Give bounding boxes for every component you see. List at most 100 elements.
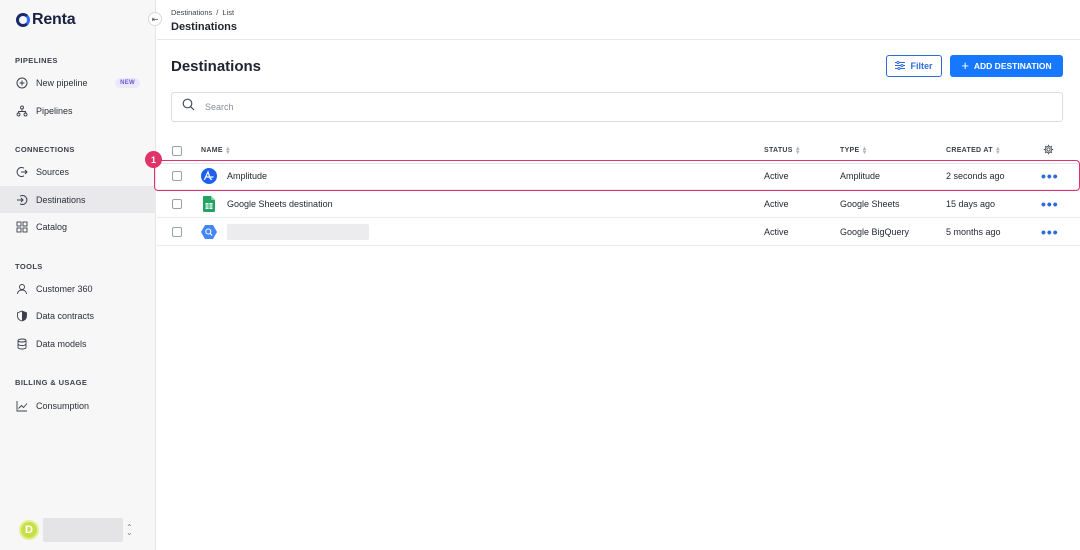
table-header: NAME ▲ ▼ STATUS ▲ ▼ TYPE ▲ ▼ CREATED AT ▲ ▼ <box>157 138 1080 164</box>
column-header-type[interactable]: TYPE ▲ ▼ <box>840 138 868 163</box>
section-title-tools: TOOLS <box>15 262 43 271</box>
sort-icon: ▲ ▼ <box>794 145 802 156</box>
row-created: 5 months ago <box>946 226 1001 237</box>
destination-icon <box>16 194 28 206</box>
grid-icon <box>16 221 28 233</box>
row-status: Active <box>764 198 789 209</box>
sidebar-item-label: Pipelines <box>36 105 73 116</box>
column-created-label: CREATED AT <box>946 147 993 154</box>
column-name-label: NAME <box>201 147 223 154</box>
row-created: 2 seconds ago <box>946 170 1005 181</box>
sidebar-item-new-pipeline[interactable]: New pipeline NEW <box>0 69 156 96</box>
brand-name: Renta <box>32 11 76 28</box>
breadcrumb-list: List <box>222 8 235 17</box>
collapse-sidebar-button[interactable]: ⇤ <box>148 12 162 26</box>
name-cell: Amplitude <box>201 162 267 189</box>
row-type: Amplitude <box>840 170 881 181</box>
column-header-created[interactable]: CREATED AT ▲ ▼ <box>946 138 1001 163</box>
row-checkbox[interactable] <box>172 170 182 181</box>
sort-icon: ▲ ▼ <box>224 145 232 156</box>
plus-circle-icon <box>16 77 28 89</box>
sidebar-item-destinations[interactable]: Destinations <box>0 186 156 213</box>
sidebar-item-label: New pipeline <box>36 77 88 88</box>
name-cell: Google Sheets destination <box>201 190 333 217</box>
sidebar-item-data-contracts[interactable]: Data contracts <box>0 302 156 329</box>
table-row[interactable]: Amplitude Active Amplitude 2 seconds ago… <box>157 162 1080 190</box>
chevron-updown-icon: ⌃ ⌄ <box>126 523 133 537</box>
section-title-connections: CONNECTIONS <box>15 145 75 154</box>
sidebar: Renta PIPELINES New pipeline NEW Pipelin… <box>0 0 156 550</box>
row-select-cell <box>172 162 182 189</box>
search-input[interactable] <box>205 102 1005 112</box>
row-select-cell <box>172 218 182 245</box>
sort-icon: ▲ ▼ <box>994 145 1002 156</box>
gear-icon[interactable] <box>1043 144 1054 157</box>
table-row[interactable]: Google Sheets destination Active Google … <box>157 190 1080 218</box>
column-header-status[interactable]: STATUS ▲ ▼ <box>764 138 801 163</box>
sort-icon: ▲ ▼ <box>861 145 868 156</box>
source-icon <box>16 166 28 178</box>
add-destination-label: ADD DESTINATION <box>973 61 1052 71</box>
page-title: Destinations <box>171 58 262 75</box>
column-type-label: TYPE <box>840 147 860 154</box>
amplitude-icon <box>201 167 217 184</box>
row-status: Active <box>764 226 789 237</box>
row-status: Active <box>764 170 789 181</box>
sidebar-item-label: Destinations <box>36 194 86 205</box>
logo-mark-icon <box>16 13 30 27</box>
user-menu[interactable]: D ⌃ ⌄ <box>19 518 133 542</box>
sidebar-item-label: Sources <box>36 166 70 177</box>
avatar: D <box>19 520 39 540</box>
sidebar-item-customer-360[interactable]: Customer 360 <box>0 275 156 302</box>
sidebar-item-consumption[interactable]: Consumption <box>0 392 156 419</box>
row-more-button[interactable]: ••• <box>1041 190 1059 217</box>
sidebar-item-data-models[interactable]: Data models <box>0 330 156 357</box>
database-icon <box>16 338 28 350</box>
row-more-button[interactable]: ••• <box>1041 162 1059 189</box>
chart-icon <box>16 400 28 412</box>
shield-icon <box>16 310 28 322</box>
breadcrumb-destinations[interactable]: Destinations <box>171 8 212 17</box>
sidebar-item-label: Data contracts <box>36 310 95 321</box>
row-name-redacted <box>227 223 369 240</box>
breadcrumb: Destinations / List <box>171 8 234 17</box>
filter-label: Filter <box>910 61 933 71</box>
sidebar-item-label: Consumption <box>36 400 90 411</box>
sidebar-item-pipelines[interactable]: Pipelines <box>0 97 156 124</box>
filter-icon <box>895 60 906 72</box>
search-bar <box>171 92 1063 122</box>
topbar-title: Destinations <box>171 21 238 33</box>
row-more-button[interactable]: ••• <box>1041 218 1059 245</box>
sidebar-item-label: Data models <box>36 338 87 349</box>
new-badge: NEW <box>115 77 140 88</box>
sidebar-item-sources[interactable]: Sources <box>0 158 156 185</box>
row-checkbox[interactable] <box>172 198 182 209</box>
table-row[interactable]: Active Google BigQuery 5 months ago ••• <box>157 218 1080 246</box>
topbar: Destinations / List Destinations <box>157 0 1080 40</box>
column-header-name[interactable]: NAME ▲ ▼ <box>201 138 231 163</box>
plus-icon: + <box>961 58 969 73</box>
sidebar-item-label: Catalog <box>36 221 68 232</box>
sidebar-item-label: Customer 360 <box>36 283 93 294</box>
row-created: 15 days ago <box>946 198 996 209</box>
bigquery-icon <box>201 224 217 240</box>
name-cell <box>201 218 369 245</box>
search-icon <box>182 98 195 116</box>
sidebar-item-catalog[interactable]: Catalog <box>0 213 156 240</box>
google-sheets-icon <box>201 195 217 212</box>
add-destination-button[interactable]: + ADD DESTINATION <box>950 55 1063 77</box>
hierarchy-icon <box>16 105 28 117</box>
row-type: Google BigQuery <box>840 226 910 237</box>
column-settings-cell <box>1043 138 1054 163</box>
section-title-pipelines: PIPELINES <box>15 56 58 65</box>
brand-logo[interactable]: Renta <box>16 11 76 29</box>
row-name[interactable]: Google Sheets destination <box>227 199 333 209</box>
row-type: Google Sheets <box>840 198 900 209</box>
row-checkbox[interactable] <box>172 226 182 237</box>
row-select-cell <box>172 190 182 217</box>
select-all-checkbox[interactable] <box>172 145 182 156</box>
select-all-cell <box>172 138 182 163</box>
row-name[interactable]: Amplitude <box>227 171 267 181</box>
filter-button[interactable]: Filter <box>886 55 942 77</box>
column-status-label: STATUS <box>764 147 793 154</box>
